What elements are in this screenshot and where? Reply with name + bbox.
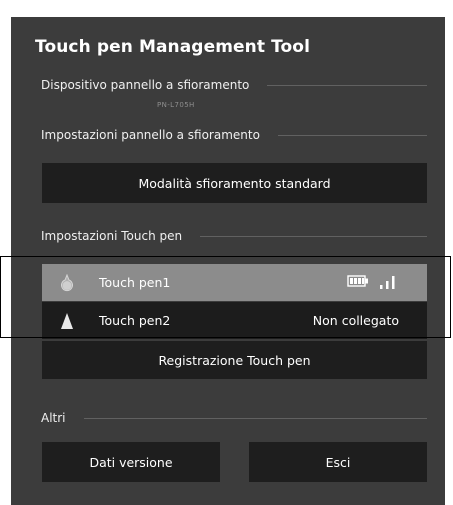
device-section-header: Dispositivo pannello a sfioramento: [41, 78, 427, 92]
register-touch-pen-button[interactable]: Registrazione Touch pen: [42, 341, 427, 379]
section-divider: [267, 84, 427, 86]
touch-pen-management-window: Touch pen Management Tool Dispositivo pa…: [11, 17, 445, 505]
touch-pen-tip-icon: [57, 311, 77, 331]
panel-settings-section-header: Impostazioni pannello a sfioramento: [41, 128, 427, 142]
pen-name: Touch pen1: [99, 275, 171, 290]
section-divider: [200, 235, 427, 237]
battery-icon: [347, 275, 369, 290]
other-section-label: Altri: [41, 411, 66, 425]
pen-settings-section-header: Impostazioni Touch pen: [41, 229, 427, 243]
pen-row-touch-pen1[interactable]: Touch pen1: [42, 264, 427, 301]
section-divider: [277, 134, 427, 136]
version-info-button[interactable]: Dati versione: [42, 442, 220, 482]
section-divider: [83, 417, 427, 419]
pen-row-touch-pen2[interactable]: Touch pen2 Non collegato: [42, 302, 427, 339]
touch-pen-icon: [57, 273, 77, 293]
panel-settings-section-label: Impostazioni pannello a sfioramento: [41, 128, 260, 142]
pen-settings-section-label: Impostazioni Touch pen: [41, 229, 183, 243]
pen-connection-status: Non collegato: [312, 313, 399, 328]
signal-strength-icon: [379, 272, 399, 293]
other-section-header: Altri: [41, 411, 427, 425]
exit-button[interactable]: Esci: [249, 442, 427, 482]
pen-name: Touch pen2: [99, 313, 171, 328]
touch-mode-button[interactable]: Modalità sfioramento standard: [42, 163, 427, 203]
pen-status-indicators: [347, 272, 399, 293]
device-name: PN-L705H: [157, 101, 195, 109]
window-title: Touch pen Management Tool: [35, 37, 311, 57]
device-section-label: Dispositivo pannello a sfioramento: [41, 78, 250, 92]
